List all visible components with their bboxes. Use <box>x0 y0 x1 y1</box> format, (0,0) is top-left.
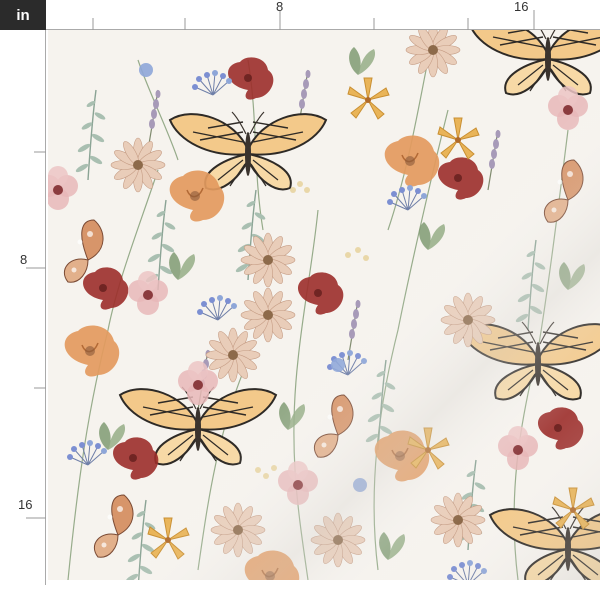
left-ruler-label-8: 8 <box>20 252 28 267</box>
top-ruler-label-8: 8 <box>276 0 284 14</box>
left-ruler: 8 16 <box>0 30 46 585</box>
floral-pattern <box>48 30 600 580</box>
fabric-swatch <box>48 30 600 580</box>
left-ruler-label-16: 16 <box>18 497 33 512</box>
top-ruler-label-16: 16 <box>514 0 529 14</box>
unit-label: in <box>0 0 46 30</box>
top-ruler: 8 16 <box>46 0 600 30</box>
